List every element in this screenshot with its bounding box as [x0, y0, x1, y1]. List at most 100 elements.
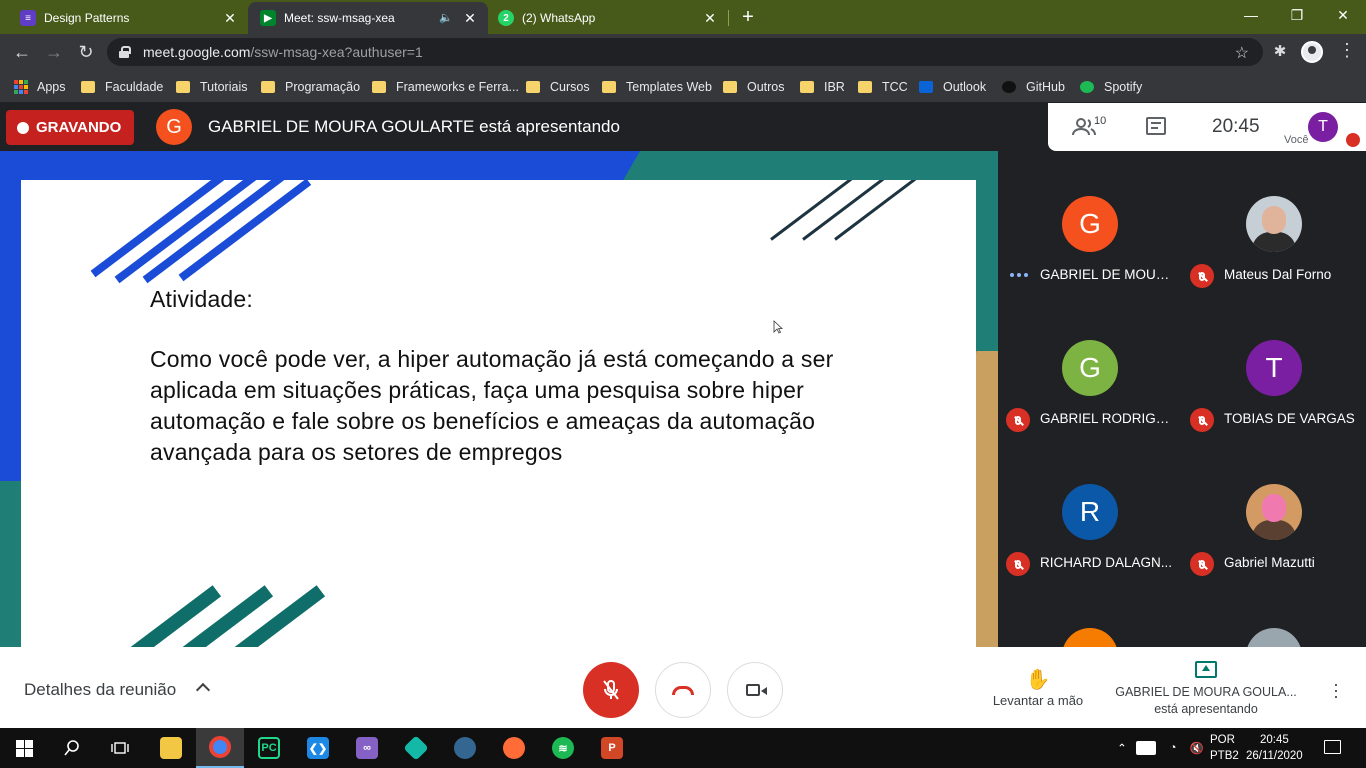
- browser-menu-icon[interactable]: ⋮: [1338, 40, 1356, 61]
- participant-tile[interactable]: Gabriel Mazutti: [1182, 439, 1366, 583]
- toggle-mic-button[interactable]: [583, 662, 639, 718]
- recording-badge[interactable]: GRAVANDO: [6, 110, 134, 145]
- leave-call-button[interactable]: [655, 662, 711, 718]
- meeting-time: 20:45: [1212, 116, 1260, 137]
- participant-tile[interactable]: Mateus Dal Forno: [1182, 151, 1366, 295]
- muted-mic-icon: [1006, 552, 1030, 576]
- bookmark-tcc[interactable]: TCC: [858, 77, 908, 97]
- bookmark-label: Cursos: [550, 80, 590, 94]
- folder-icon: [81, 81, 95, 93]
- bookmark-label: Apps: [37, 80, 66, 94]
- bookmark-label: Templates Web: [626, 80, 712, 94]
- search-button[interactable]: [48, 728, 96, 768]
- taskbar-powerpoint[interactable]: P: [588, 728, 636, 768]
- bookmark-apps[interactable]: Apps: [14, 77, 66, 97]
- taskbar-git-client[interactable]: [392, 728, 440, 768]
- forward-button[interactable]: →: [42, 40, 66, 64]
- taskbar-visual-studio[interactable]: ∞: [343, 728, 391, 768]
- new-tab-button[interactable]: +: [738, 7, 758, 27]
- bookmark-star-icon[interactable]: ☆: [1235, 43, 1249, 63]
- reload-button[interactable]: ↻: [74, 40, 98, 64]
- bookmark-frameworks[interactable]: Frameworks e Ferra...: [372, 77, 519, 97]
- spotify-icon: [1080, 81, 1094, 93]
- presentation-stage: Atividade: Como você pode ver, a hiper a…: [0, 151, 998, 647]
- presenting-button[interactable]: GABRIEL DE MOURA GOULA... está apresenta…: [1106, 661, 1306, 718]
- taskbar-postman[interactable]: [490, 728, 538, 768]
- taskbar-spotify[interactable]: ≋: [539, 728, 587, 768]
- minimize-button[interactable]: —: [1228, 0, 1274, 30]
- taskbar-file-explorer[interactable]: [147, 728, 195, 768]
- task-view-button[interactable]: [96, 728, 144, 768]
- more-options-icon[interactable]: · · ·: [1330, 675, 1342, 705]
- profile-avatar[interactable]: [1301, 41, 1323, 63]
- volume-muted-icon[interactable]: 🔇: [1188, 741, 1206, 755]
- system-clock[interactable]: 20:45 26/11/2020: [1246, 732, 1303, 764]
- restore-button[interactable]: ❐: [1274, 0, 1320, 30]
- chevron-up-icon[interactable]: [195, 682, 211, 698]
- speaker-icon[interactable]: 🔈: [438, 10, 454, 26]
- bookmark-tutoriais[interactable]: Tutoriais: [176, 77, 247, 97]
- input-language[interactable]: POR PTB2: [1210, 732, 1239, 764]
- extensions-icon[interactable]: ✱: [1270, 42, 1290, 62]
- hand-icon: ✋: [1025, 669, 1051, 691]
- tray-overflow-icon[interactable]: ⌃: [1114, 741, 1130, 755]
- close-tab-icon[interactable]: ✕: [702, 10, 718, 26]
- taskbar-chrome[interactable]: [196, 728, 244, 768]
- browser-tab-strip: ≡ Design Patterns ✕ ▶ Meet: ssw-msag-xea…: [0, 0, 1366, 34]
- address-bar[interactable]: meet.google.com/ssw-msag-xea?authuser=1 …: [107, 38, 1263, 66]
- browser-toolbar: ← → ↻ meet.google.com/ssw-msag-xea?authu…: [0, 34, 1366, 70]
- bookmark-ibr[interactable]: IBR: [800, 77, 845, 97]
- participant-tile[interactable]: G GABRIEL DE MOUR...: [998, 151, 1182, 295]
- participant-tile[interactable]: [1182, 583, 1366, 647]
- taskbar-pycharm[interactable]: PC: [245, 728, 293, 768]
- tab-whatsapp[interactable]: 2 (2) WhatsApp ✕: [488, 2, 728, 34]
- toggle-camera-button[interactable]: [727, 662, 783, 718]
- presentation-slide: Atividade: Como você pode ver, a hiper a…: [21, 180, 976, 647]
- participant-avatar: T: [1246, 340, 1302, 396]
- url-text: meet.google.com/ssw-msag-xea?authuser=1: [143, 44, 423, 60]
- tab-meet[interactable]: ▶ Meet: ssw-msag-xea 🔈 ✕: [248, 2, 488, 34]
- self-muted-icon: [1346, 133, 1360, 147]
- security-icon[interactable]: [1136, 741, 1156, 755]
- participant-avatar: [1062, 628, 1118, 647]
- bookmark-templates-web[interactable]: Templates Web: [602, 77, 712, 97]
- bookmark-label: Tutoriais: [200, 80, 248, 94]
- tab-design-patterns[interactable]: ≡ Design Patterns ✕: [0, 2, 248, 34]
- participant-tile[interactable]: T TOBIAS DE VARGAS: [1182, 295, 1366, 439]
- participant-tile[interactable]: G GABRIEL RODRIGU...: [998, 295, 1182, 439]
- spotify-icon: ≋: [552, 737, 574, 759]
- self-avatar[interactable]: T: [1308, 112, 1338, 142]
- wifi-icon[interactable]: ◔: [1164, 742, 1182, 754]
- elephant-icon: [454, 737, 476, 759]
- participant-tile[interactable]: [998, 583, 1182, 647]
- bookmark-label: Spotify: [1104, 80, 1143, 94]
- people-icon[interactable]: [1072, 118, 1096, 136]
- participant-tile[interactable]: R RICHARD DALAGN...: [998, 439, 1182, 583]
- bookmark-faculdade[interactable]: Faculdade: [81, 77, 163, 97]
- slide-stripe: [142, 180, 292, 284]
- notifications-icon[interactable]: [1324, 740, 1341, 754]
- search-icon: [64, 740, 79, 756]
- phone-hangup-icon: [672, 685, 694, 695]
- start-button[interactable]: [0, 728, 48, 768]
- back-button[interactable]: ←: [10, 40, 34, 64]
- close-tab-icon[interactable]: ✕: [462, 10, 478, 26]
- bookmark-label: Programação: [285, 80, 361, 94]
- presenting-suffix: está apresentando: [1154, 702, 1258, 716]
- meeting-details-button[interactable]: Detalhes da reunião: [24, 680, 176, 700]
- bookmark-outlook[interactable]: Outlook: [919, 77, 986, 97]
- bookmark-spotify[interactable]: Spotify: [1080, 77, 1142, 97]
- raise-hand-button[interactable]: ✋ Levantar a mão: [986, 667, 1090, 708]
- bookmark-outros[interactable]: Outros: [723, 77, 785, 97]
- close-tab-icon[interactable]: ✕: [222, 10, 238, 26]
- meet-icon: ▶: [260, 10, 276, 26]
- bookmark-programacao[interactable]: Programação: [261, 77, 360, 97]
- bookmark-cursos[interactable]: Cursos: [526, 77, 590, 97]
- screen: ≡ Design Patterns ✕ ▶ Meet: ssw-msag-xea…: [0, 0, 1366, 768]
- taskbar-postgres[interactable]: [441, 728, 489, 768]
- bookmark-github[interactable]: GitHub: [1002, 77, 1065, 97]
- taskbar-vscode[interactable]: ❮❯: [294, 728, 342, 768]
- lock-icon[interactable]: [119, 46, 131, 58]
- chat-icon[interactable]: [1146, 117, 1166, 135]
- close-window-button[interactable]: ✕: [1320, 0, 1366, 30]
